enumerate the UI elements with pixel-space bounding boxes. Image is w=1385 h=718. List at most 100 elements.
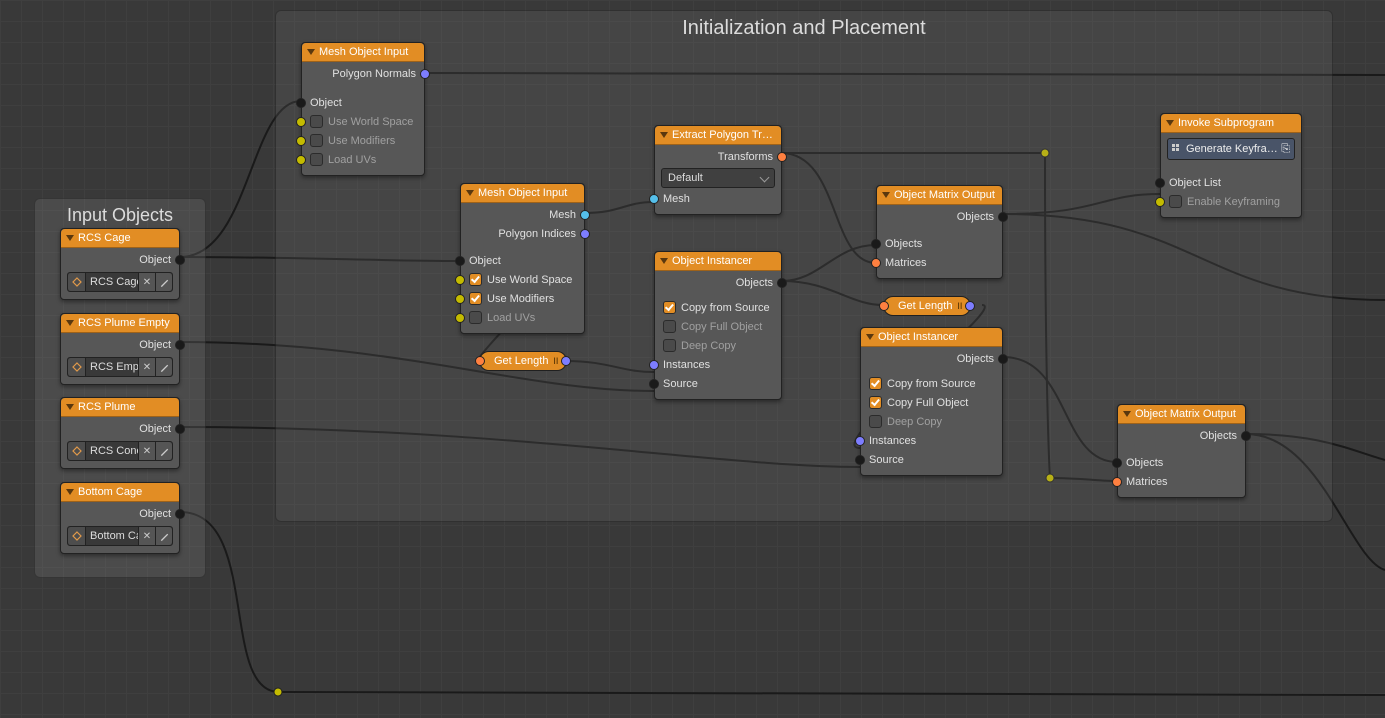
socket-in[interactable] — [296, 155, 306, 165]
prop-copy-from-source[interactable]: Copy from Source — [655, 298, 781, 317]
subprogram-selector[interactable]: Generate Keyfra… ⎘ — [1167, 138, 1295, 160]
socket-out[interactable] — [998, 212, 1008, 222]
checkbox[interactable] — [469, 292, 482, 305]
collapse-icon[interactable] — [66, 235, 74, 241]
socket-out-object[interactable] — [175, 255, 185, 265]
socket-in[interactable] — [475, 356, 485, 366]
prop-use-modifiers[interactable]: Use Modifiers — [461, 289, 584, 308]
node-header[interactable]: Invoke Subprogram — [1161, 114, 1301, 133]
checkbox[interactable] — [310, 134, 323, 147]
checkbox[interactable] — [469, 273, 482, 286]
checkbox[interactable] — [869, 396, 882, 409]
node-header[interactable]: Object Instancer — [655, 252, 781, 271]
socket-in[interactable] — [455, 275, 465, 285]
socket-in[interactable] — [296, 136, 306, 146]
pin-icon[interactable]: ⎘ — [1281, 143, 1290, 156]
node-header[interactable]: Mesh Object Input — [461, 184, 584, 203]
prop-copy-full-object[interactable]: Copy Full Object — [655, 317, 781, 336]
socket-out[interactable] — [965, 301, 975, 311]
collapse-icon[interactable] — [66, 489, 74, 495]
checkbox[interactable] — [469, 311, 482, 324]
checkbox[interactable] — [663, 320, 676, 333]
socket-out[interactable] — [580, 210, 590, 220]
node-bottom-cage[interactable]: Bottom Cage Object Bottom Ca ✕ — [60, 482, 180, 554]
socket-out[interactable] — [561, 356, 571, 366]
socket-in[interactable] — [455, 294, 465, 304]
select-mode[interactable]: Default — [661, 168, 775, 188]
collapse-icon[interactable] — [866, 334, 874, 340]
socket-in[interactable] — [1155, 178, 1165, 188]
node-header[interactable]: Mesh Object Input — [302, 43, 424, 62]
node-header[interactable]: RCS Cage — [61, 229, 179, 248]
node-header[interactable]: RCS Plume — [61, 398, 179, 417]
socket-in[interactable] — [879, 301, 889, 311]
node-extract-polygon-transforms[interactable]: Extract Polygon Tr… Transforms Default M… — [654, 125, 782, 215]
checkbox[interactable] — [869, 377, 882, 390]
eyedropper-button[interactable] — [155, 358, 172, 376]
node-object-instancer-1[interactable]: Object Instancer Objects Copy from Sourc… — [654, 251, 782, 400]
socket-in[interactable] — [649, 379, 659, 389]
checkbox[interactable] — [869, 415, 882, 428]
node-rcs-plume-empty[interactable]: RCS Plume Empty Object RCS Empty ✕ — [60, 313, 180, 385]
collapse-icon[interactable] — [66, 404, 74, 410]
node-get-length-2[interactable]: Get Length II — [883, 296, 971, 316]
node-header[interactable]: Object Instancer — [861, 328, 1002, 347]
socket-out[interactable] — [777, 278, 787, 288]
collapse-icon[interactable] — [660, 258, 668, 264]
checkbox[interactable] — [663, 339, 676, 352]
prop-enable-keyframing[interactable]: Enable Keyframing — [1161, 192, 1301, 211]
collapse-icon[interactable] — [1123, 411, 1131, 417]
socket-out[interactable] — [1241, 431, 1251, 441]
socket-in[interactable] — [855, 436, 865, 446]
socket-in[interactable] — [296, 117, 306, 127]
prop-copy-from-source[interactable]: Copy from Source — [861, 374, 1002, 393]
collapse-icon[interactable] — [66, 320, 74, 326]
socket-out[interactable] — [420, 69, 430, 79]
node-object-matrix-output-1[interactable]: Object Matrix Output Objects Objects Mat… — [876, 185, 1003, 279]
eyedropper-button[interactable] — [155, 527, 172, 545]
eyedropper-button[interactable] — [155, 442, 172, 460]
checkbox[interactable] — [310, 115, 323, 128]
node-rcs-cage[interactable]: RCS Cage Object RCS Cage ✕ — [60, 228, 180, 300]
prop-use-world-space[interactable]: Use World Space — [302, 112, 424, 131]
node-header[interactable]: Object Matrix Output — [1118, 405, 1245, 424]
object-field[interactable]: Bottom Ca ✕ — [67, 526, 173, 546]
node-get-length-1[interactable]: Get Length II — [479, 351, 567, 371]
node-header[interactable]: Extract Polygon Tr… — [655, 126, 781, 145]
socket-in[interactable] — [1112, 477, 1122, 487]
prop-deep-copy[interactable]: Deep Copy — [861, 412, 1002, 431]
node-mesh-input-1[interactable]: Mesh Object Input Polygon Normals Object… — [301, 42, 425, 176]
checkbox[interactable] — [310, 153, 323, 166]
prop-load-uvs[interactable]: Load UVs — [302, 150, 424, 169]
node-invoke-subprogram[interactable]: Invoke Subprogram Generate Keyfra… ⎘ Obj… — [1160, 113, 1302, 218]
node-object-instancer-2[interactable]: Object Instancer Objects Copy from Sourc… — [860, 327, 1003, 476]
prop-load-uvs[interactable]: Load UVs — [461, 308, 584, 327]
socket-in-object[interactable] — [296, 98, 306, 108]
object-field[interactable]: RCS Cone ✕ — [67, 441, 173, 461]
checkbox[interactable] — [663, 301, 676, 314]
prop-deep-copy[interactable]: Deep Copy — [655, 336, 781, 355]
node-mesh-input-2[interactable]: Mesh Object Input Mesh Polygon Indices O… — [460, 183, 585, 334]
socket-in[interactable] — [855, 455, 865, 465]
socket-out-object[interactable] — [175, 509, 185, 519]
collapse-icon[interactable] — [882, 192, 890, 198]
clear-button[interactable]: ✕ — [138, 273, 155, 291]
object-field[interactable]: RCS Cage ✕ — [67, 272, 173, 292]
collapse-icon[interactable] — [660, 132, 668, 138]
socket-in[interactable] — [649, 194, 659, 204]
socket-in[interactable] — [871, 258, 881, 268]
collapse-icon[interactable] — [1166, 120, 1174, 126]
socket-out[interactable] — [777, 152, 787, 162]
checkbox[interactable] — [1169, 195, 1182, 208]
eyedropper-button[interactable] — [155, 273, 172, 291]
object-field[interactable]: RCS Empty ✕ — [67, 357, 173, 377]
socket-in[interactable] — [455, 313, 465, 323]
socket-out[interactable] — [998, 354, 1008, 364]
clear-button[interactable]: ✕ — [138, 527, 155, 545]
socket-in-object[interactable] — [455, 256, 465, 266]
collapse-icon[interactable] — [466, 190, 474, 196]
node-header[interactable]: RCS Plume Empty — [61, 314, 179, 333]
node-header[interactable]: Object Matrix Output — [877, 186, 1002, 205]
prop-copy-full-object[interactable]: Copy Full Object — [861, 393, 1002, 412]
socket-in[interactable] — [649, 360, 659, 370]
